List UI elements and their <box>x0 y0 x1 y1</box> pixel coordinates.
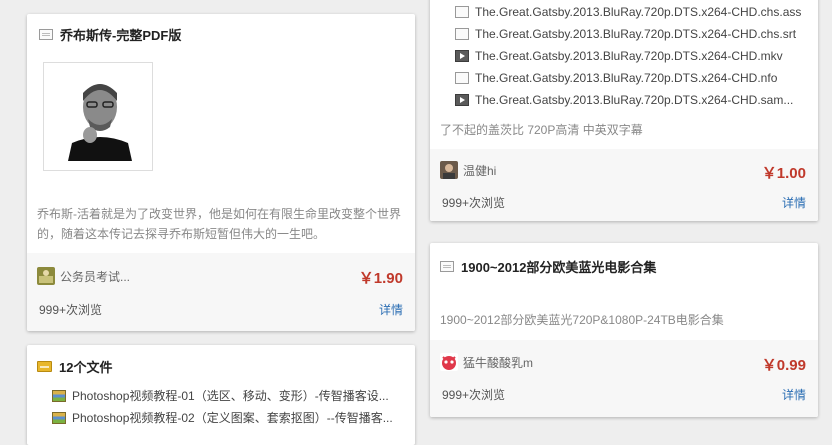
file-name: The.Great.Gatsby.2013.BluRay.720p.DTS.x2… <box>475 49 783 63</box>
file-item: Photoshop视频教程-02（定义图案、套索抠图）--传智播客... <box>52 409 393 426</box>
card-title[interactable]: 乔布斯传-完整PDF版 <box>60 25 181 44</box>
file-item: The.Great.Gatsby.2013.BluRay.720p.DTS.x2… <box>455 93 793 107</box>
card-description: 了不起的盖茨比 720P高清 中英双字幕 <box>440 123 643 137</box>
card-title-row[interactable]: 乔布斯传-完整PDF版 <box>39 25 181 44</box>
file-name: The.Great.Gatsby.2013.BluRay.720p.DTS.x2… <box>475 93 794 107</box>
document-icon <box>39 29 53 40</box>
author-link[interactable]: 猛牛酸酸乳m <box>440 353 533 371</box>
author-name[interactable]: 猛牛酸酸乳m <box>463 354 533 371</box>
user-avatar <box>37 267 55 285</box>
card-description: 乔布斯-活着就是为了改变世界，他是如何在有限生命里改变整个世界 的，随着这本传记… <box>37 204 407 244</box>
author-link[interactable]: 温健hi <box>440 161 496 179</box>
price: ￥0.99 <box>761 357 806 374</box>
view-count: 999+次浏览 <box>442 388 506 402</box>
card-title-row[interactable]: 12个文件 <box>37 357 112 376</box>
view-count: 999+次浏览 <box>442 196 506 210</box>
file-item: Photoshop视频教程-01（选区、移动、变形）-传智播客设... <box>52 387 389 404</box>
resource-card-files[interactable]: 12个文件 Photoshop视频教程-01（选区、移动、变形）-传智播客设..… <box>27 345 415 445</box>
resource-card-gatsby[interactable]: The.Great.Gatsby.2013.BluRay.720p.DTS.x2… <box>430 0 818 221</box>
card-footer: 公务员考试... ￥1.90 999+次浏览 详情 <box>27 253 415 331</box>
card-footer: 温健hi ￥1.00 999+次浏览 详情 <box>430 149 818 221</box>
card-title-row[interactable]: 1900~2012部分欧美蓝光电影合集 <box>440 257 656 276</box>
video-file-icon <box>455 94 469 106</box>
detail-link[interactable]: 详情 <box>782 386 806 403</box>
price: ￥1.00 <box>761 165 806 182</box>
view-count: 999+次浏览 <box>39 303 103 317</box>
resource-card-movies[interactable]: 1900~2012部分欧美蓝光电影合集 1900~2012部分欧美蓝光720P&… <box>430 243 818 417</box>
file-item: The.Great.Gatsby.2013.BluRay.720p.DTS.x2… <box>455 5 801 19</box>
user-avatar <box>440 161 458 179</box>
author-name[interactable]: 公务员考试... <box>60 268 130 285</box>
card-title[interactable]: 1900~2012部分欧美蓝光电影合集 <box>461 257 656 276</box>
author-name[interactable]: 温健hi <box>463 162 496 179</box>
detail-link[interactable]: 详情 <box>379 301 403 318</box>
folder-icon <box>37 361 52 372</box>
file-name: The.Great.Gatsby.2013.BluRay.720p.DTS.x2… <box>475 27 797 41</box>
file-name: Photoshop视频教程-02（定义图案、套索抠图）--传智播客... <box>72 411 393 425</box>
file-name: The.Great.Gatsby.2013.BluRay.720p.DTS.x2… <box>475 5 802 19</box>
detail-link[interactable]: 详情 <box>782 194 806 211</box>
document-file-icon <box>455 72 469 84</box>
archive-file-icon <box>52 389 66 402</box>
file-name: The.Great.Gatsby.2013.BluRay.720p.DTS.x2… <box>475 71 778 85</box>
file-item: The.Great.Gatsby.2013.BluRay.720p.DTS.x2… <box>455 71 777 85</box>
document-file-icon <box>455 6 469 18</box>
price: ￥1.90 <box>358 270 403 287</box>
resource-card-jobs[interactable]: 乔布斯传-完整PDF版 乔布斯-活着就是为了改变世界，他是如何在有限生命里改变整… <box>27 14 415 331</box>
cover-image[interactable] <box>43 62 153 171</box>
file-item: The.Great.Gatsby.2013.BluRay.720p.DTS.x2… <box>455 27 796 41</box>
document-file-icon <box>455 28 469 40</box>
description-line: 乔布斯-活着就是为了改变世界，他是如何在有限生命里改变整个世界 <box>37 207 401 221</box>
document-icon <box>440 261 454 272</box>
file-name: Photoshop视频教程-01（选区、移动、变形）-传智播客设... <box>72 389 389 403</box>
card-description: 1900~2012部分欧美蓝光720P&1080P-24TB电影合集 <box>440 313 724 327</box>
card-title[interactable]: 12个文件 <box>59 357 112 376</box>
portrait-image <box>60 73 140 161</box>
archive-file-icon <box>52 411 66 424</box>
author-link[interactable]: 公务员考试... <box>37 267 130 285</box>
card-footer: 猛牛酸酸乳m ￥0.99 999+次浏览 详情 <box>430 340 818 417</box>
file-item: The.Great.Gatsby.2013.BluRay.720p.DTS.x2… <box>455 49 783 63</box>
description-line: 的，随着这本传记去探寻乔布斯短暂但伟大的一生吧。 <box>37 227 326 241</box>
user-avatar <box>440 353 458 371</box>
video-file-icon <box>455 50 469 62</box>
